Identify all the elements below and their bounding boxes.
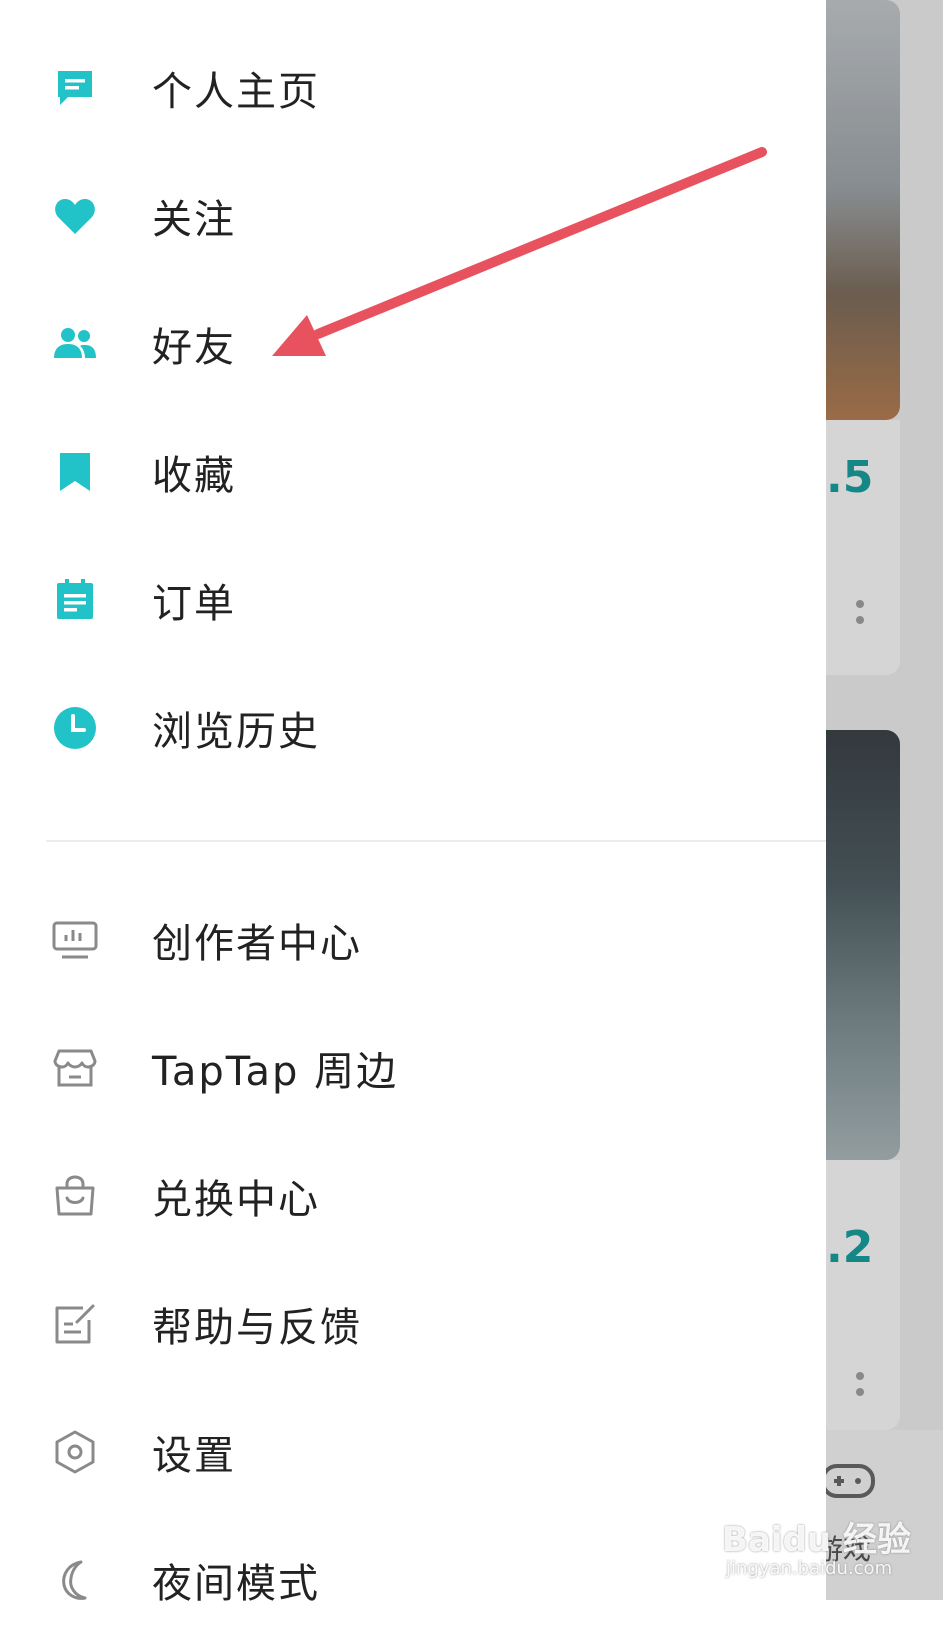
settings-icon (52, 1429, 98, 1475)
watermark-main: Baidu 经验 (722, 1520, 911, 1560)
friends-icon (52, 321, 98, 367)
menu-item-creator-center[interactable]: 创作者中心 (0, 876, 826, 1004)
order-icon (52, 577, 98, 623)
menu-item-label: 设置 (152, 1433, 236, 1479)
menu-item-label: 好友 (152, 325, 236, 371)
menu-item-follow[interactable]: 关注 (0, 152, 826, 280)
watermark-sub: jingyan.baidu.com (726, 1558, 893, 1579)
menu-item-label: 创作者中心 (152, 921, 362, 967)
menu-item-label: 订单 (152, 581, 236, 627)
menu-item-label: 收藏 (152, 453, 236, 499)
store-icon (52, 1045, 98, 1091)
menu-item-favorites[interactable]: 收藏 (0, 408, 826, 536)
menu-item-orders[interactable]: 订单 (0, 536, 826, 664)
message-icon (52, 65, 98, 111)
menu-item-label: 浏览历史 (152, 709, 320, 755)
menu-item-label: 关注 (152, 197, 236, 243)
heart-icon (52, 193, 98, 239)
bookmark-icon (52, 449, 98, 495)
menu-item-history[interactable]: 浏览历史 (0, 664, 826, 792)
monitor-chart-icon (52, 917, 98, 963)
menu-item-label: 兑换中心 (152, 1177, 320, 1223)
menu-item-label: 个人主页 (152, 69, 320, 115)
menu-item-settings[interactable]: 设置 (0, 1388, 826, 1516)
menu-item-profile[interactable]: 个人主页 (0, 24, 826, 152)
side-drawer: 个人主页 关注 好友 收藏 订单 浏览历史 创作者中心 TapTap 周边 兑换… (0, 0, 826, 1607)
clock-icon (52, 705, 98, 751)
shopping-bag-icon (52, 1173, 98, 1219)
menu-item-night-mode[interactable]: 夜间模式 (0, 1516, 826, 1644)
menu-item-label: 夜间模式 (152, 1561, 320, 1607)
edit-note-icon (52, 1301, 98, 1347)
menu-item-redeem-center[interactable]: 兑换中心 (0, 1132, 826, 1260)
menu-item-friends[interactable]: 好友 (0, 280, 826, 408)
menu-item-help-feedback[interactable]: 帮助与反馈 (0, 1260, 826, 1388)
moon-icon (52, 1557, 98, 1603)
menu-item-label: TapTap 周边 (152, 1049, 399, 1095)
menu-item-label: 帮助与反馈 (152, 1305, 362, 1351)
menu-item-taptap-merch[interactable]: TapTap 周边 (0, 1004, 826, 1132)
watermark: Baidu 经验 jingyan.baidu.com (722, 1512, 943, 1600)
menu-divider (46, 840, 826, 842)
